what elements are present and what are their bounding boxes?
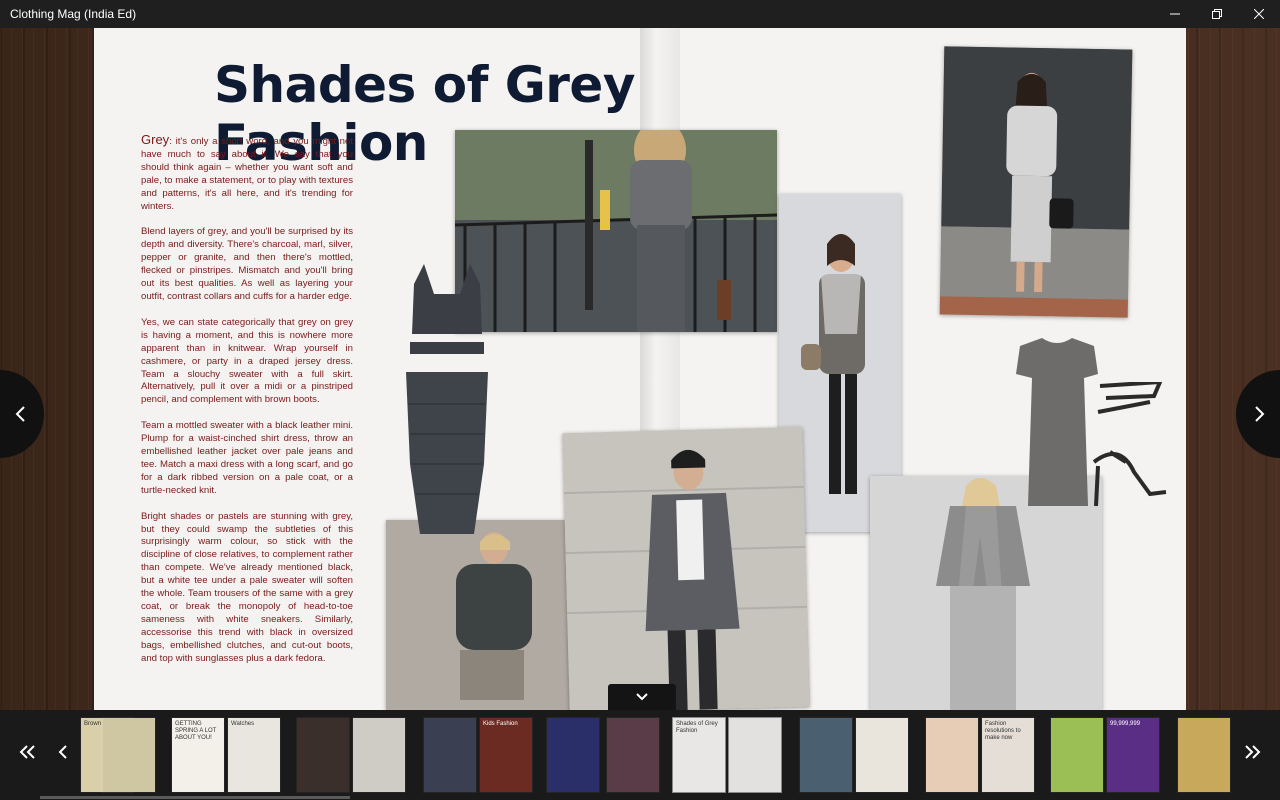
thumbnail-label: Kids Fashion — [483, 721, 518, 727]
strappy-heels-image — [1092, 382, 1167, 506]
grey-dress-image — [1016, 338, 1098, 506]
page-thumbnail[interactable] — [353, 718, 405, 792]
grey-scarf-photo — [870, 476, 1102, 710]
grey-coat-photo — [562, 426, 810, 710]
article-paragraph: Yes, we can state categorically that gre… — [141, 316, 353, 406]
page-thumbnail[interactable] — [856, 718, 908, 792]
chevron-left-icon — [15, 406, 25, 422]
page-thumbnail[interactable]: Fashion resolutions to make now — [982, 718, 1034, 792]
thumbnail-label: Watches — [231, 721, 255, 727]
restore-icon[interactable] — [1196, 0, 1238, 28]
thumbnail-strip: Brown GeorgetteGETTING SPRING A LOT ABOU… — [0, 710, 1280, 800]
page-thumbnail[interactable] — [729, 718, 781, 792]
page-thumbnail[interactable] — [547, 718, 599, 792]
thumbnail-label: 99,999,999 — [1110, 721, 1141, 727]
page-thumbnail[interactable]: 99,999,999 — [1107, 718, 1159, 792]
minimize-icon[interactable] — [1154, 0, 1196, 28]
knit-sweater-photo — [386, 520, 586, 710]
chevron-right-icon — [1255, 406, 1265, 422]
article-paragraph: Grey: it's only a short word, and you mi… — [141, 132, 353, 213]
page-thumbnail[interactable]: GETTING SPRING A LOT ABOUT YOU! — [172, 718, 224, 792]
bandage-dress-image — [406, 264, 488, 534]
thumbnail-label: Shades of Grey Fashion — [676, 721, 718, 734]
page-thumbnail[interactable] — [103, 718, 155, 792]
window-title-bar: Clothing Mag (India Ed) — [0, 0, 1280, 28]
article-paragraph: Team a mottled sweater with a black leat… — [141, 420, 353, 496]
strip-previous-button[interactable] — [48, 742, 78, 765]
double-chevron-left-icon — [19, 745, 35, 759]
page-thumbnail[interactable] — [1178, 718, 1230, 792]
street-style-photo — [455, 130, 777, 332]
page-thumbnail[interactable] — [926, 718, 978, 792]
collapse-thumbnails-button[interactable] — [608, 684, 676, 710]
close-icon[interactable] — [1238, 0, 1280, 28]
article-paragraph: Blend layers of grey, and you'll be surp… — [141, 226, 353, 302]
page-thumbnail[interactable] — [297, 718, 349, 792]
page-thumbnail[interactable] — [1051, 718, 1103, 792]
page-thumbnail[interactable] — [607, 718, 659, 792]
chevron-left-icon — [58, 745, 67, 759]
page-thumbnail[interactable]: Kids Fashion — [480, 718, 532, 792]
lead-word: Grey — [141, 132, 170, 147]
page-thumbnail[interactable] — [800, 718, 852, 792]
window-title: Clothing Mag (India Ed) — [10, 7, 137, 21]
double-chevron-right-icon — [1245, 745, 1261, 759]
first-page-button[interactable] — [12, 742, 42, 765]
magazine-spread[interactable]: Shades of Grey Fashion Grey: it's only a… — [94, 28, 1186, 710]
last-page-button[interactable] — [1238, 742, 1268, 765]
page-thumbnail[interactable]: Shades of Grey Fashion — [673, 718, 725, 792]
thumbnail-scrollbar[interactable] — [40, 796, 350, 799]
article-body: Grey: it's only a short word, and you mi… — [141, 132, 353, 679]
page-thumbnail[interactable]: Watches — [228, 718, 280, 792]
article-paragraph: Bright shades or pastels are stunning wi… — [141, 510, 353, 664]
thumbnail-label: Fashion resolutions to make now — [985, 721, 1021, 741]
white-outfit-photo — [939, 46, 1133, 318]
page-thumbnail[interactable] — [424, 718, 476, 792]
thumbnail-label: GETTING SPRING A LOT ABOUT YOU! — [175, 721, 217, 741]
paragraph-text: : it's only a short word, and you might … — [141, 136, 353, 212]
chevron-down-icon — [636, 693, 648, 701]
